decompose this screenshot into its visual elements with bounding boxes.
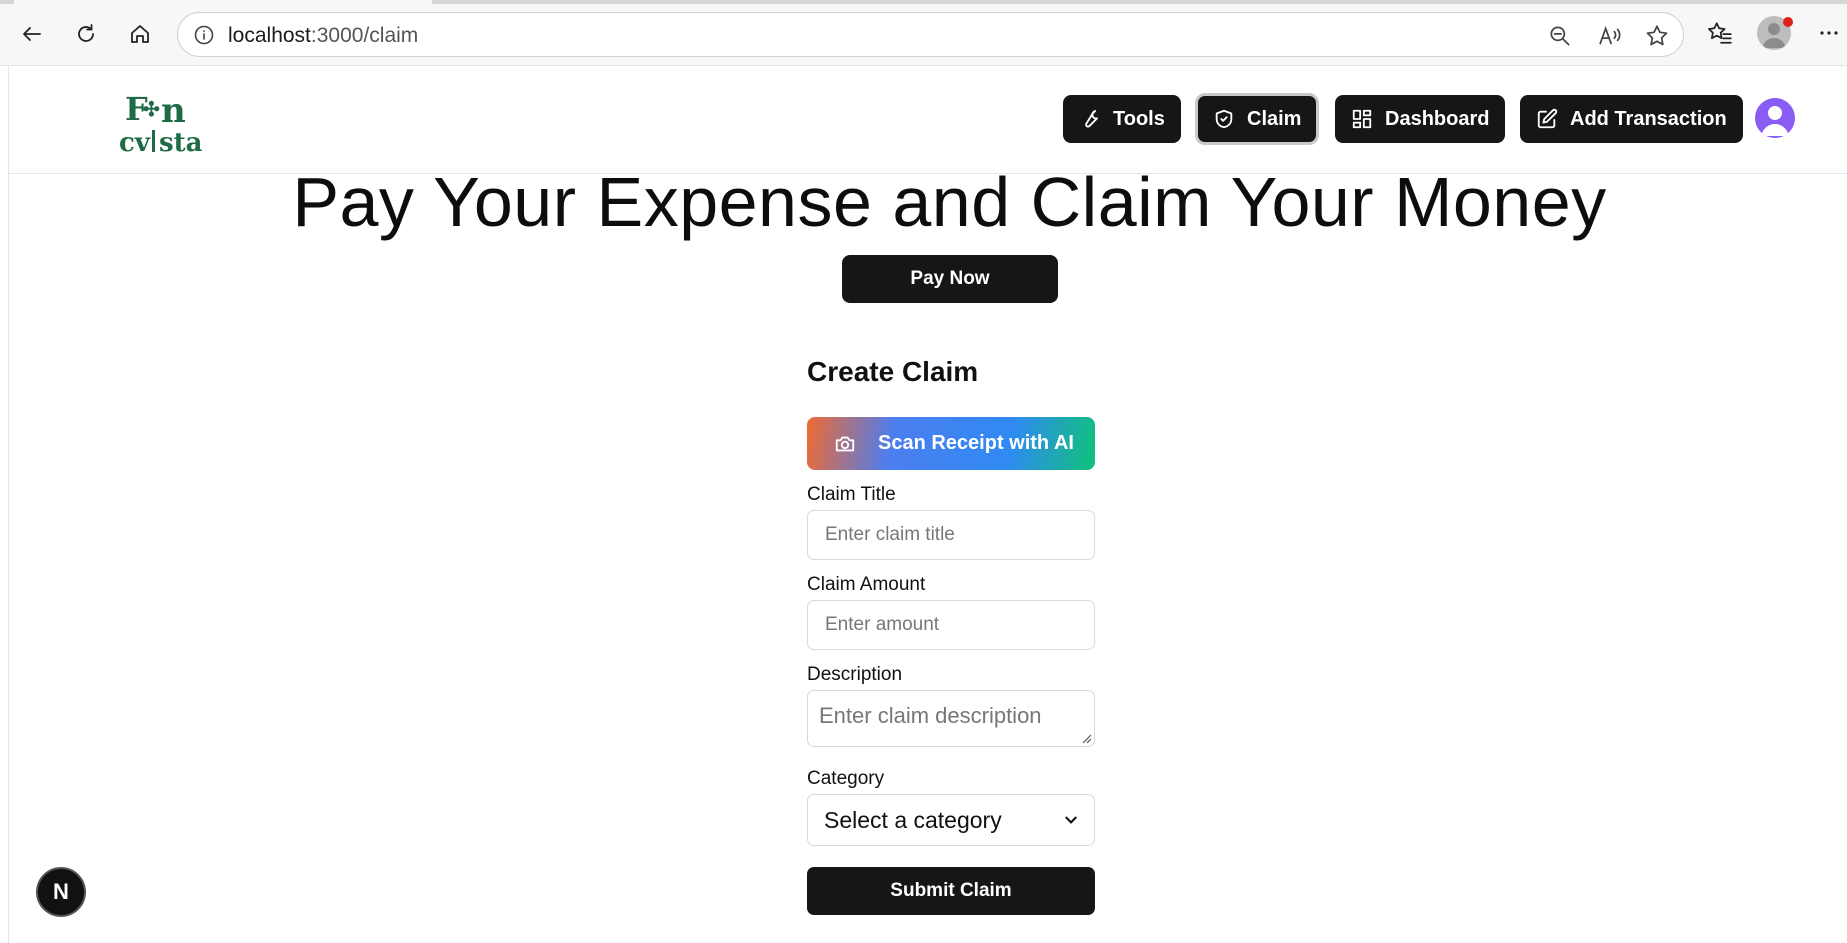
category-selected-value: Select a category [824, 806, 1002, 833]
brand-logo[interactable]: F ✣ n cv sta [109, 86, 209, 158]
url-path: :3000/claim [310, 24, 419, 47]
nav-tools-label: Tools [1113, 107, 1165, 130]
url-text[interactable]: localhost:3000/claim [228, 24, 418, 48]
svg-text:✣: ✣ [143, 97, 160, 121]
refresh-icon[interactable] [68, 16, 104, 52]
claim-title-input[interactable]: Enter claim title [807, 510, 1095, 560]
tab-strip [0, 0, 14, 4]
wrench-icon [1085, 110, 1098, 128]
resize-handle-icon[interactable] [1080, 732, 1092, 744]
claim-amount-placeholder: Enter amount [825, 614, 940, 635]
nav-add-transaction-label: Add Transaction [1570, 107, 1727, 130]
page-title: Pay Your Expense and Claim Your Money [292, 163, 1607, 241]
nav-claim-label: Claim [1247, 107, 1302, 130]
submit-claim-button[interactable]: Submit Claim [807, 867, 1095, 915]
camera-icon [835, 436, 855, 451]
svg-text:n: n [161, 91, 186, 131]
description-label: Description [807, 664, 903, 685]
claim-title-label: Claim Title [807, 484, 896, 505]
favorites-icon[interactable] [1703, 16, 1737, 50]
info-icon[interactable] [192, 23, 216, 47]
nav-tools-button[interactable]: Tools [1063, 95, 1181, 143]
scan-receipt-label: Scan Receipt with AI [878, 432, 1074, 454]
favorite-star-icon[interactable] [1644, 23, 1670, 49]
nextjs-dev-indicator[interactable]: N [36, 867, 86, 917]
web-page: F ✣ n cv sta Tools Claim Dashboard Add T… [8, 66, 1847, 943]
nav-dashboard-label: Dashboard [1385, 107, 1490, 130]
category-select[interactable]: Select a category [807, 794, 1095, 846]
read-aloud-icon[interactable] [1597, 23, 1623, 49]
pay-now-button[interactable]: Pay Now [842, 255, 1058, 303]
chevron-down-icon [1065, 816, 1077, 824]
zoom-out-icon[interactable] [1547, 23, 1573, 49]
logo-icon: F ✣ n cv sta [119, 90, 203, 158]
nav-dashboard-button[interactable]: Dashboard [1335, 95, 1506, 143]
shield-icon [1215, 109, 1233, 129]
user-icon [1761, 106, 1789, 136]
claim-title-placeholder: Enter claim title [825, 524, 955, 545]
nav-add-transaction-button[interactable]: Add Transaction [1520, 95, 1743, 143]
browser-toolbar: localhost:3000/claim [0, 0, 1847, 66]
address-bar[interactable]: localhost:3000/claim [177, 12, 1684, 57]
url-host: localhost [228, 24, 311, 47]
svg-text:cv: cv [119, 128, 151, 156]
claim-amount-input[interactable]: Enter amount [807, 600, 1095, 650]
edit-icon [1537, 108, 1558, 129]
notification-dot [1783, 17, 1793, 27]
tab-strip [432, 0, 1847, 4]
svg-text:sta: sta [159, 128, 203, 156]
description-placeholder: Enter claim description [819, 703, 1042, 728]
more-icon[interactable] [1812, 16, 1846, 50]
description-textarea[interactable]: Enter claim description [807, 690, 1095, 747]
user-avatar[interactable] [1755, 98, 1795, 138]
scan-receipt-button[interactable]: Scan Receipt with AI [807, 417, 1095, 470]
dashboard-icon [1352, 109, 1372, 129]
site-header: F ✣ n cv sta Tools Claim Dashboard Add T… [9, 66, 1847, 174]
nav-claim-button[interactable]: Claim [1194, 93, 1320, 145]
form-title: Create Claim [807, 356, 979, 387]
back-arrow-icon[interactable] [14, 16, 50, 52]
category-label: Category [807, 768, 885, 789]
claim-amount-label: Claim Amount [807, 574, 926, 595]
home-icon[interactable] [122, 16, 158, 52]
